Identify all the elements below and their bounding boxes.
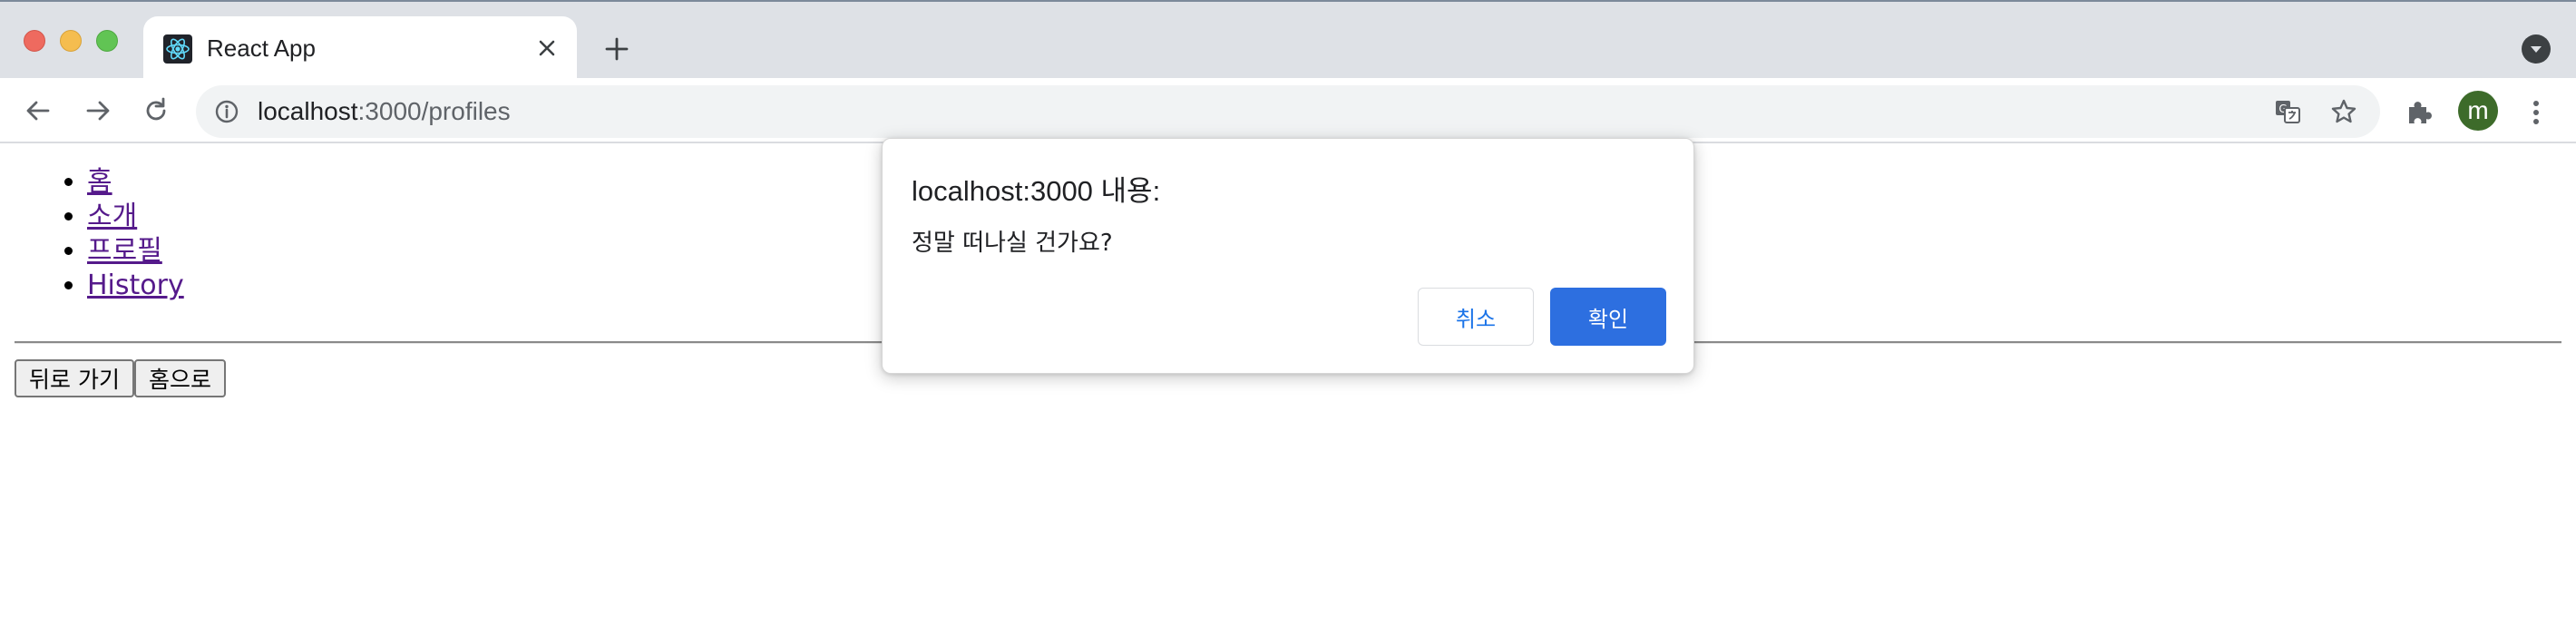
chevron-down-icon[interactable] bbox=[2522, 34, 2551, 64]
tab-title: React App bbox=[207, 34, 316, 62]
browser-toolbar: localhost:3000/profiles G m bbox=[0, 78, 2576, 143]
confirm-dialog: localhost:3000 내용: 정말 떠나실 건가요? 취소 확인 bbox=[882, 138, 1694, 374]
zoom-window-icon[interactable] bbox=[96, 30, 118, 52]
browser-tab[interactable]: React App bbox=[143, 16, 577, 80]
reload-icon[interactable] bbox=[136, 91, 176, 131]
back-button[interactable]: 뒤로 가기 bbox=[15, 359, 134, 397]
react-logo-icon bbox=[163, 34, 192, 64]
confirm-button[interactable]: 확인 bbox=[1550, 288, 1666, 346]
home-button[interactable]: 홈으로 bbox=[133, 359, 226, 397]
dialog-title: localhost:3000 내용: bbox=[912, 175, 1161, 207]
translate-icon[interactable]: G bbox=[2273, 97, 2302, 126]
button-row: 뒤로 가기 홈으로 bbox=[15, 359, 226, 397]
list-item: History bbox=[87, 269, 184, 303]
close-icon[interactable] bbox=[533, 34, 561, 62]
dialog-message: 정말 떠나실 건가요? bbox=[912, 230, 1113, 257]
nav-link-profiles[interactable]: 프로필 bbox=[87, 235, 162, 267]
list-item: 프로필 bbox=[87, 234, 184, 269]
nav-link-about[interactable]: 소개 bbox=[87, 201, 137, 232]
url-path: :3000/profiles bbox=[357, 97, 511, 125]
avatar[interactable]: m bbox=[2458, 91, 2498, 131]
list-item: 홈 bbox=[87, 165, 184, 200]
browser-titlebar: React App bbox=[0, 0, 2576, 80]
url-text: localhost:3000/profiles bbox=[258, 85, 511, 138]
list-item: 소개 bbox=[87, 200, 184, 234]
nav-link-history[interactable]: History bbox=[87, 270, 184, 301]
plus-icon[interactable] bbox=[600, 33, 633, 65]
info-icon[interactable] bbox=[214, 99, 239, 124]
puzzle-icon[interactable] bbox=[2404, 96, 2435, 127]
avatar-letter: m bbox=[2467, 96, 2489, 124]
close-window-icon[interactable] bbox=[24, 30, 45, 52]
nav-list: 홈 소개 프로필 History bbox=[27, 165, 184, 303]
minimize-window-icon[interactable] bbox=[60, 30, 82, 52]
forward-arrow-icon[interactable] bbox=[78, 91, 118, 131]
back-arrow-icon[interactable] bbox=[18, 91, 58, 131]
cancel-button[interactable]: 취소 bbox=[1418, 288, 1534, 346]
address-bar[interactable]: localhost:3000/profiles G bbox=[196, 85, 2380, 138]
nav-link-home[interactable]: 홈 bbox=[87, 166, 112, 198]
kebab-menu-icon[interactable] bbox=[2522, 94, 2551, 131]
url-host: localhost bbox=[258, 97, 358, 125]
star-icon[interactable] bbox=[2329, 97, 2358, 126]
